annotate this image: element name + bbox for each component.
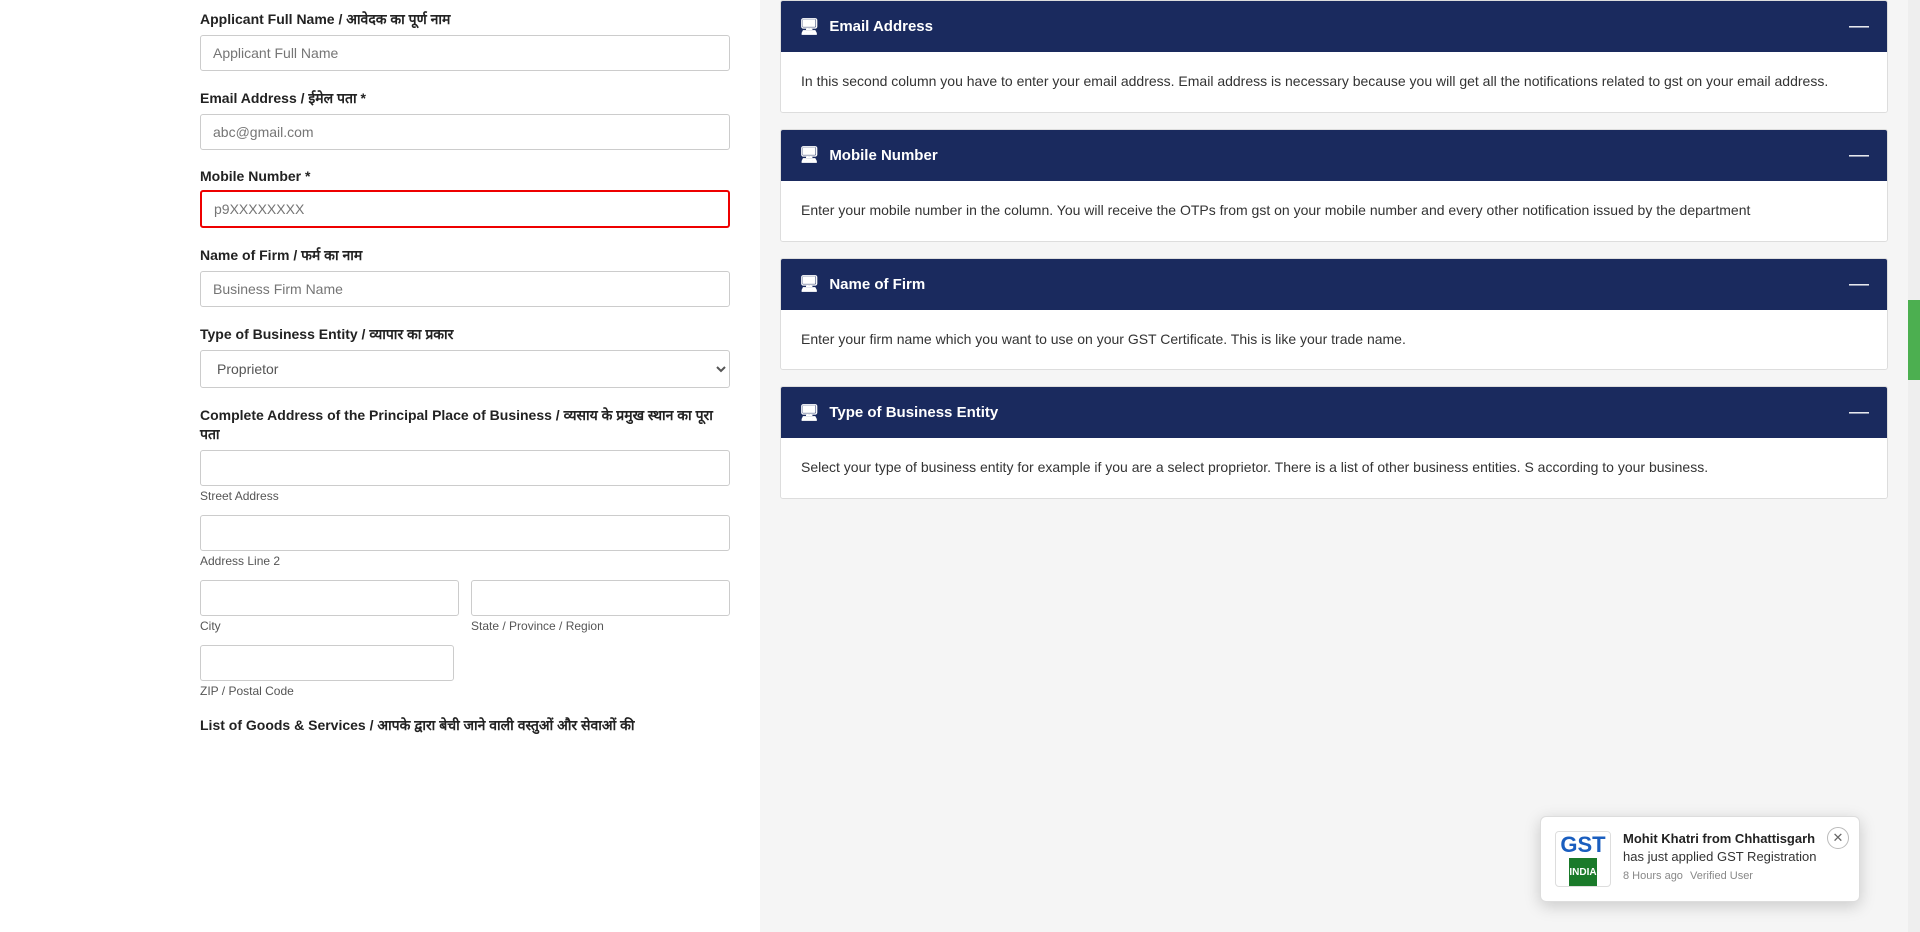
applicant-full-name-input[interactable] — [200, 35, 730, 71]
notification-popup: GST INDIA Mohit Khatri from Chhattisgarh… — [1540, 816, 1860, 902]
email-input[interactable] — [200, 114, 730, 150]
scrollbar-thumb[interactable] — [1908, 300, 1920, 380]
info-card-mobile-title: Mobile Number — [829, 147, 937, 164]
address-group: Complete Address of the Principal Place … — [200, 406, 730, 698]
city-block: City — [200, 580, 459, 633]
info-card-email-title: Email Address — [829, 18, 933, 35]
business-entity-group: Type of Business Entity / व्यापार का प्र… — [200, 325, 730, 388]
form-panel: Applicant Full Name / आवेदक का पूर्ण नाम… — [0, 0, 760, 932]
state-input[interactable] — [471, 580, 730, 616]
city-input[interactable] — [200, 580, 459, 616]
business-entity-label: Type of Business Entity / व्यापार का प्र… — [200, 325, 730, 344]
goods-services-label: List of Goods & Services / आपके द्वारा ब… — [200, 716, 730, 735]
monitor-icon-business: 🖥 — [799, 403, 819, 423]
notification-gst-logo: GST INDIA — [1555, 831, 1611, 887]
email-label: Email Address / ईमेल पता * — [200, 89, 730, 108]
info-card-firm-body: Enter your firm name which you want to u… — [781, 310, 1887, 370]
info-card-email-header-left: 🖥 Email Address — [799, 17, 933, 37]
notification-verified: Verified User — [1690, 870, 1753, 882]
info-card-email: 🖥 Email Address — In this second column … — [780, 0, 1888, 113]
gst-logo-text: GST — [1556, 832, 1610, 858]
notification-message: has just applied GST Registration — [1623, 848, 1845, 866]
info-card-email-header: 🖥 Email Address — — [781, 1, 1887, 52]
email-group: Email Address / ईमेल पता * — [200, 89, 730, 150]
goods-services-group: List of Goods & Services / आपके द्वारा ब… — [200, 716, 730, 735]
info-card-mobile-header-left: 🖥 Mobile Number — [799, 145, 938, 165]
info-card-firm-title: Name of Firm — [829, 276, 925, 293]
info-card-mobile-body: Enter your mobile number in the column. … — [781, 181, 1887, 241]
info-card-firm: 🖥 Name of Firm — Enter your firm name wh… — [780, 258, 1888, 371]
zip-sublabel: ZIP / Postal Code — [200, 684, 454, 698]
street-address-block: Street Address — [200, 450, 730, 503]
info-card-firm-description: Enter your firm name which you want to u… — [801, 331, 1406, 347]
street-address-input[interactable] — [200, 450, 730, 486]
collapse-firm-button[interactable]: — — [1849, 273, 1869, 296]
state-block: State / Province / Region — [471, 580, 730, 633]
monitor-icon-email: 🖥 — [799, 17, 819, 37]
business-entity-select[interactable]: Proprietor Partnership Private Limited P… — [200, 350, 730, 388]
collapse-email-button[interactable]: — — [1849, 15, 1869, 38]
notification-footer: 8 Hours ago Verified User — [1623, 870, 1845, 882]
right-scrollbar — [1908, 0, 1920, 932]
applicant-full-name-label: Applicant Full Name / आवेदक का पूर्ण नाम — [200, 10, 730, 29]
monitor-icon-mobile: 🖥 — [799, 145, 819, 165]
info-card-business-header-left: 🖥 Type of Business Entity — [799, 403, 998, 423]
city-state-row: City State / Province / Region — [200, 580, 730, 633]
info-panel: 🖥 Email Address — In this second column … — [760, 0, 1908, 932]
gst-logo-subtext: INDIA — [1569, 858, 1596, 886]
notification-close-button[interactable]: ✕ — [1827, 827, 1849, 849]
mobile-number-group: Mobile Number * — [200, 168, 730, 228]
zip-input[interactable] — [200, 645, 454, 681]
info-card-mobile-description: Enter your mobile number in the column. … — [801, 202, 1750, 218]
info-card-email-description: In this second column you have to enter … — [801, 73, 1828, 89]
notification-name: Mohit Khatri from Chhattisgarh — [1623, 831, 1845, 846]
address-line2-input[interactable] — [200, 515, 730, 551]
info-card-email-body: In this second column you have to enter … — [781, 52, 1887, 112]
info-card-mobile: 🖥 Mobile Number — Enter your mobile numb… — [780, 129, 1888, 242]
address-line2-block: Address Line 2 — [200, 515, 730, 568]
address-label: Complete Address of the Principal Place … — [200, 406, 730, 444]
collapse-mobile-button[interactable]: — — [1849, 144, 1869, 167]
mobile-label: Mobile Number * — [200, 168, 730, 184]
collapse-business-button[interactable]: — — [1849, 401, 1869, 424]
mobile-input[interactable] — [200, 190, 730, 228]
firm-name-label: Name of Firm / फर्म का नाम — [200, 246, 730, 265]
info-card-business-body: Select your type of business entity for … — [781, 438, 1887, 498]
street-address-sublabel: Street Address — [200, 489, 730, 503]
info-card-business-header: 🖥 Type of Business Entity — — [781, 387, 1887, 438]
monitor-icon-firm: 🖥 — [799, 274, 819, 294]
state-sublabel: State / Province / Region — [471, 619, 730, 633]
firm-name-input[interactable] — [200, 271, 730, 307]
address-line2-sublabel: Address Line 2 — [200, 554, 730, 568]
info-card-business-description: Select your type of business entity for … — [801, 459, 1708, 475]
info-card-firm-header-left: 🖥 Name of Firm — [799, 274, 925, 294]
info-card-business-title: Type of Business Entity — [829, 404, 998, 421]
zip-block: ZIP / Postal Code — [200, 645, 454, 698]
firm-name-group: Name of Firm / फर्म का नाम — [200, 246, 730, 307]
info-card-mobile-header: 🖥 Mobile Number — — [781, 130, 1887, 181]
notification-content: Mohit Khatri from Chhattisgarh has just … — [1623, 831, 1845, 882]
applicant-full-name-group: Applicant Full Name / आवेदक का पूर्ण नाम — [200, 10, 730, 71]
info-card-business: 🖥 Type of Business Entity — Select your … — [780, 386, 1888, 499]
info-card-firm-header: 🖥 Name of Firm — — [781, 259, 1887, 310]
notification-time: 8 Hours ago — [1623, 870, 1683, 882]
city-sublabel: City — [200, 619, 459, 633]
